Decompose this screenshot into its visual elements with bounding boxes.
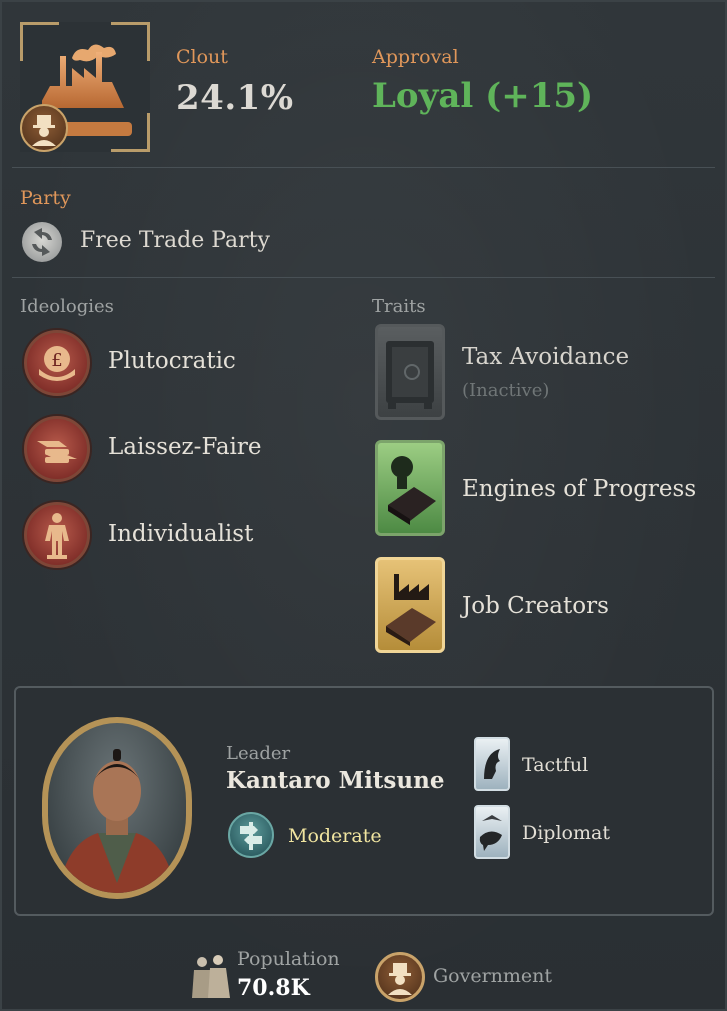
free-trade-party-icon[interactable] — [22, 222, 62, 262]
leader-stance[interactable]: Moderate — [288, 825, 382, 847]
signpost-icon[interactable] — [228, 812, 274, 858]
laissez-faire-icon[interactable] — [24, 416, 90, 482]
leader-label: Leader — [226, 743, 291, 764]
leader-portrait[interactable] — [42, 717, 192, 899]
approval-label: Approval — [372, 46, 459, 68]
population-icon[interactable] — [188, 952, 232, 1000]
safe-icon[interactable] — [375, 324, 445, 420]
approval-status: Loyal — [372, 76, 474, 116]
party-name[interactable]: Free Trade Party — [80, 228, 270, 253]
trait-label[interactable]: Engines of Progress — [462, 476, 696, 502]
leader-trait-label[interactable]: Diplomat — [522, 822, 610, 844]
ideology-label[interactable]: Plutocratic — [108, 348, 236, 374]
ideology-label[interactable]: Individualist — [108, 521, 253, 547]
interest-group-panel: Clout 24.1% Approval Loyal (+15) Party F… — [0, 0, 727, 1011]
clout-value: 24.1% — [176, 78, 294, 118]
ideology-label[interactable]: Laissez-Faire — [108, 434, 262, 460]
dove-icon[interactable] — [474, 805, 510, 859]
lightbulb-icon[interactable] — [375, 440, 445, 536]
svg-text:£: £ — [51, 350, 62, 371]
approval-value[interactable]: Loyal (+15) — [372, 76, 593, 116]
ideologies-label: Ideologies — [20, 296, 114, 317]
trait-label[interactable]: Tax Avoidance — [462, 344, 629, 370]
government-icon[interactable] — [375, 952, 425, 1002]
trait-status: (Inactive) — [462, 380, 550, 401]
clout-label: Clout — [176, 46, 228, 68]
population-value: 70.8K — [237, 975, 310, 1001]
divider — [12, 277, 715, 278]
leader-trait-label[interactable]: Tactful — [522, 754, 588, 776]
approval-delta: (+15) — [485, 76, 594, 116]
interest-group-emblem[interactable] — [20, 22, 150, 152]
factory-icon[interactable] — [375, 557, 445, 653]
plutocratic-icon[interactable]: £ — [24, 330, 90, 396]
tactful-icon[interactable] — [474, 737, 510, 791]
capitalist-badge-icon — [20, 104, 68, 152]
traits-label: Traits — [372, 296, 426, 317]
leader-name[interactable]: Kantaro Mitsune — [226, 767, 444, 794]
population-label: Population — [237, 948, 340, 970]
trait-label[interactable]: Job Creators — [462, 593, 609, 619]
government-label[interactable]: Government — [433, 965, 552, 987]
divider — [12, 167, 715, 168]
party-label: Party — [20, 187, 71, 209]
individualist-icon[interactable] — [24, 502, 90, 568]
